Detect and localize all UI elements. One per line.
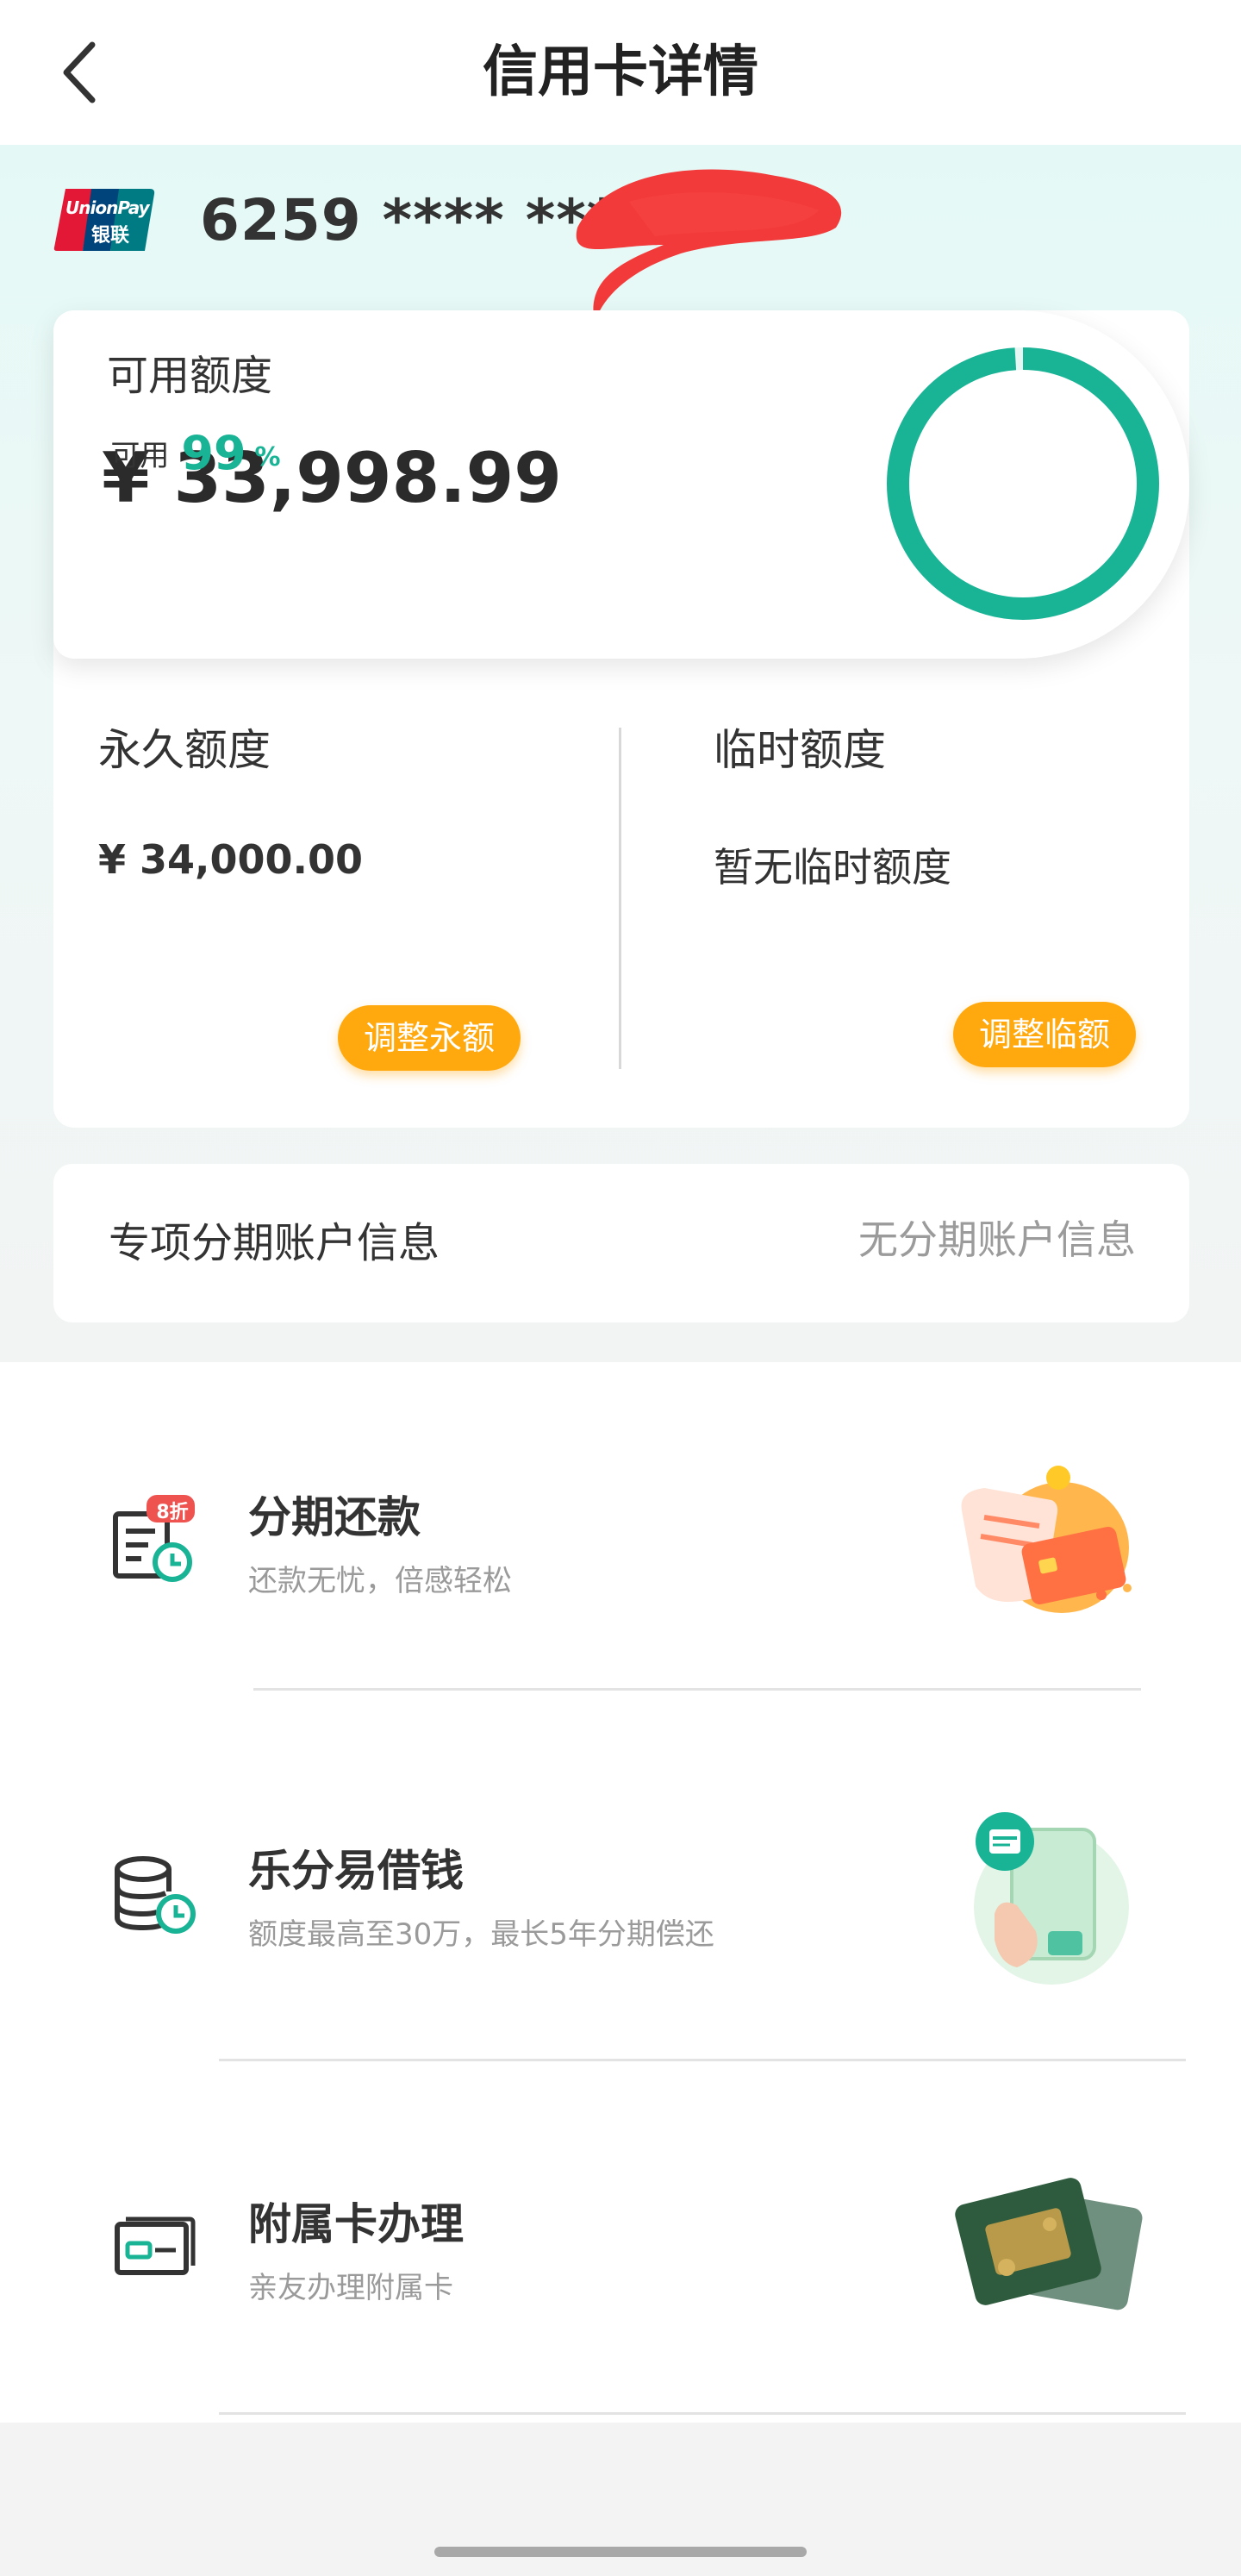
- header-bar: 信用卡详情: [0, 0, 1241, 145]
- unionpay-logo-cn: 银联: [91, 225, 130, 247]
- installment-account-row[interactable]: 专项分期账户信息 无分期账户信息: [53, 1164, 1189, 1322]
- services-list: 8折 分期还款 还款无忧，倍感轻松 乐分易借钱 额度最高至30万，最长5年分期偿…: [0, 1362, 1241, 2423]
- service-subtitle: 额度最高至30万，最长5年分期偿还: [248, 1917, 714, 1952]
- installment-account-value: 无分期账户信息: [858, 1216, 1136, 1263]
- service-supplementary-card[interactable]: 附属卡办理 亲友办理附属卡: [0, 2069, 1241, 2423]
- unionpay-logo: UnionPay 银联: [53, 185, 155, 254]
- installment-account-label: 专项分期账户信息: [109, 1219, 440, 1267]
- usage-ring-text: 可用 99 %: [53, 310, 338, 595]
- usage-ring-arc: [887, 347, 1159, 620]
- usage-ring-percent: 99: [181, 425, 246, 480]
- permanent-limit-title: 永久额度: [98, 725, 271, 775]
- discount-badge: 8折: [156, 1502, 189, 1523]
- service-divider: [253, 1688, 1141, 1691]
- service-installment-repayment[interactable]: 8折 分期还款 还款无忧，倍感轻松: [0, 1362, 1241, 1716]
- service-divider: [219, 2059, 1186, 2061]
- receipt-card-illustration: [961, 1466, 1132, 1613]
- service-lefenyi-loan[interactable]: 乐分易借钱 额度最高至30万，最长5年分期偿还: [0, 1716, 1241, 2069]
- page-title: 信用卡详情: [483, 41, 758, 104]
- card-icon: [107, 2198, 202, 2293]
- service-title: 分期还款: [248, 1492, 421, 1542]
- adjust-permanent-limit-button[interactable]: 调整永额: [338, 1005, 521, 1071]
- limit-divider: [619, 728, 621, 1069]
- home-indicator[interactable]: [434, 2547, 807, 2557]
- usage-ring-unit: %: [254, 441, 281, 472]
- temporary-limit-value: 暂无临时额度: [714, 844, 951, 891]
- service-divider: [219, 2412, 1186, 2415]
- permanent-limit-value: ¥ 34,000.00: [98, 836, 364, 883]
- usage-ring-chart: [887, 347, 1159, 620]
- supplementary-card-illustration: [955, 2178, 1143, 2310]
- usage-ring-label: 可用: [110, 438, 170, 473]
- available-credit-card: 可用额度 ¥ 33,998.99 可用 99 %: [53, 310, 1189, 659]
- adjust-temporary-limit-button[interactable]: 调整临额: [953, 1002, 1137, 1067]
- coins-clock-icon: [107, 1845, 202, 1940]
- service-subtitle: 还款无忧，倍感轻松: [248, 1564, 512, 1598]
- service-title: 附属卡办理: [248, 2199, 464, 2249]
- temporary-limit-title: 临时额度: [714, 725, 886, 775]
- service-title: 乐分易借钱: [248, 1846, 464, 1896]
- service-subtitle: 亲友办理附属卡: [248, 2271, 453, 2305]
- phone-hand-illustration: [974, 1812, 1129, 1985]
- unionpay-logo-text: UnionPay: [65, 197, 150, 218]
- bill-clock-icon: 8折: [107, 1491, 202, 1586]
